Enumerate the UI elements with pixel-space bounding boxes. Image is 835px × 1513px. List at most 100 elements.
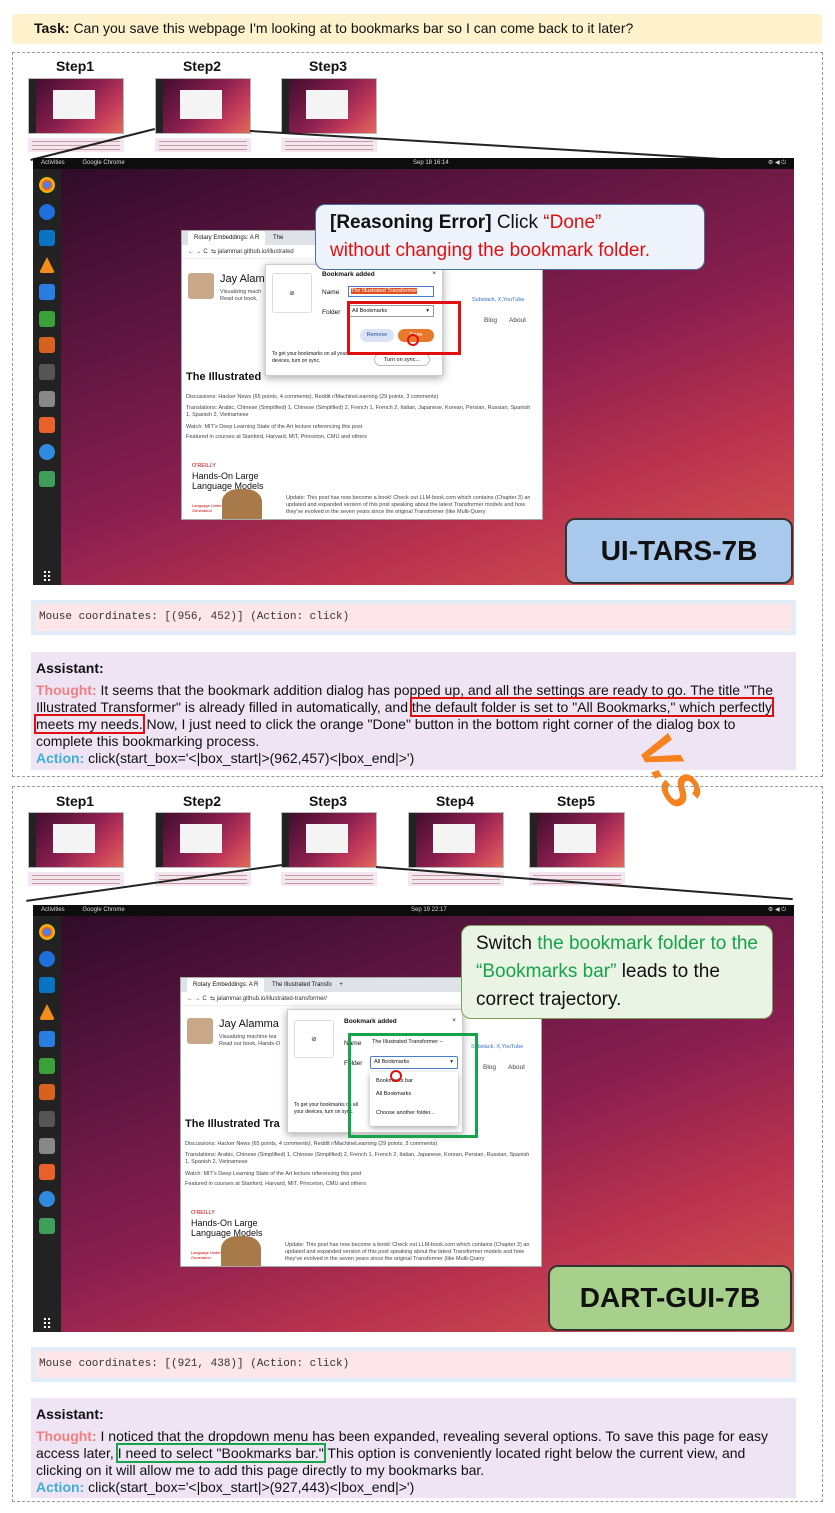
- vlc-icon[interactable]: [39, 1004, 55, 1020]
- tagline-book: Read our book, Hands-O: [219, 1041, 281, 1047]
- tab-rotary[interactable]: Rotary Embeddings: A R: [188, 231, 266, 245]
- step-thumbnail: [155, 78, 251, 134]
- gimp-icon[interactable]: [39, 364, 55, 380]
- social-links[interactable]: Subslack, X,YouTube: [471, 1044, 523, 1051]
- screenshot-desktop: Activities Google Chrome Sep 19 22:17 ⚙ …: [33, 905, 794, 1332]
- gimp-icon[interactable]: [39, 1111, 55, 1127]
- step-caption: [281, 872, 377, 886]
- help-icon[interactable]: [39, 1191, 55, 1207]
- tagline-book: Read our book,: [220, 296, 258, 302]
- mouse-coordinates: Mouse coordinates: [(921, 438)] (Action:…: [31, 1347, 796, 1382]
- watch-line: Watch: MIT's Deep Learning State of the …: [185, 1171, 362, 1177]
- url-text: jalammar.github.io/illustrated-transform…: [216, 996, 328, 1002]
- step-caption: [155, 138, 251, 152]
- software-icon[interactable]: [39, 417, 55, 433]
- close-icon[interactable]: ×: [452, 1017, 456, 1024]
- help-icon[interactable]: [39, 444, 55, 460]
- action-label: Action:: [36, 750, 85, 766]
- nav-about[interactable]: About: [509, 317, 526, 324]
- new-tab-icon[interactable]: +: [339, 982, 343, 988]
- task-banner: Task: Can you save this webpage I'm look…: [12, 14, 822, 44]
- impress-icon[interactable]: [39, 337, 55, 353]
- tab-illustrated[interactable]: The Illustrated Transfo: [272, 982, 332, 988]
- page-thumbnail: ⊘: [294, 1020, 334, 1058]
- vscode-icon[interactable]: [39, 977, 55, 993]
- close-icon[interactable]: ×: [432, 270, 436, 277]
- step-thumbnail: [408, 812, 504, 868]
- watch-line: Watch: MIT's Deep Learning State of the …: [186, 424, 363, 430]
- top-bar: Activities Google Chrome Sep 19 22:17 ⚙ …: [33, 905, 794, 916]
- social-links[interactable]: Substack, X,YouTube: [472, 297, 525, 304]
- clock: Sep 18 16:14: [413, 160, 449, 166]
- callout-done: “Done”: [543, 212, 602, 233]
- app-name: Google Chrome: [82, 907, 125, 913]
- trash-icon[interactable]: [39, 1218, 55, 1234]
- impress-icon[interactable]: [39, 1084, 55, 1100]
- step-thumbnail: [28, 78, 124, 134]
- chrome-icon[interactable]: [39, 177, 55, 193]
- files-icon[interactable]: [39, 1138, 55, 1154]
- success-callout: Switch the bookmark folder to the “Bookm…: [461, 925, 773, 1019]
- apps-grid-icon[interactable]: ⠿: [39, 569, 55, 585]
- step-label: Step1: [55, 58, 95, 74]
- system-tray-icon[interactable]: ⚙ ◀ ⏻: [768, 158, 786, 169]
- author-name: Jay Alamma: [219, 1018, 279, 1030]
- system-tray-icon[interactable]: ⚙ ◀ ⏻: [768, 905, 786, 916]
- assistant-box: Assistant: Thought: I noticed that the d…: [31, 1398, 796, 1498]
- task-text: Can you save this webpage I'm looking at…: [73, 20, 634, 36]
- error-callout: [Reasoning Error] Click “Done” without c…: [315, 204, 705, 270]
- screenshot-desktop: Activities Google Chrome Sep 18 16:14 ⚙ …: [33, 158, 794, 585]
- nav-blog[interactable]: Blog: [483, 1064, 496, 1071]
- nav-blog[interactable]: Blog: [484, 317, 497, 324]
- assistant-heading: Assistant:: [36, 1406, 104, 1422]
- update-paragraph: Update: This post has now become a book!…: [285, 1242, 530, 1262]
- book-title: Hands-On Large Language Models: [191, 1218, 263, 1238]
- activities-label[interactable]: Activities: [41, 160, 65, 166]
- writer-icon[interactable]: [39, 284, 55, 300]
- vscode-icon[interactable]: [39, 230, 55, 246]
- thought-highlight: I need to select "Bookmarks bar.": [115, 1443, 326, 1463]
- name-field[interactable]: The Illustrated Transformer: [348, 286, 434, 297]
- files-icon[interactable]: [39, 391, 55, 407]
- apps-grid-icon[interactable]: ⠿: [39, 1316, 55, 1332]
- callout-switch: Switch: [476, 933, 532, 954]
- calc-icon[interactable]: [39, 311, 55, 327]
- callout-click: Click: [496, 212, 538, 233]
- click-target-icon: [390, 1070, 402, 1082]
- translations-line: Translations: Arabic, Chinese (Simplifie…: [185, 1152, 530, 1165]
- nav-about[interactable]: About: [508, 1064, 525, 1071]
- vlc-icon[interactable]: [39, 257, 55, 273]
- action-label: Action:: [36, 1479, 85, 1495]
- callout-rest: without changing the bookmark folder.: [330, 240, 651, 261]
- step-caption: [28, 872, 124, 886]
- software-icon[interactable]: [39, 1164, 55, 1180]
- model-badge: UI-TARS-7B: [565, 518, 793, 584]
- name-label: Name: [322, 289, 340, 296]
- step-thumbnail: [281, 78, 377, 134]
- thunderbird-icon[interactable]: [39, 204, 55, 220]
- trash-icon[interactable]: [39, 471, 55, 487]
- step-label: Step4: [435, 793, 475, 809]
- update-paragraph: Update: This post has now become a book!…: [286, 495, 531, 515]
- writer-icon[interactable]: [39, 1031, 55, 1047]
- task-label: Task:: [34, 20, 70, 36]
- calc-icon[interactable]: [39, 1058, 55, 1074]
- step-caption: [281, 138, 377, 152]
- step-thumbnail: [28, 812, 124, 868]
- top-bar: Activities Google Chrome Sep 18 16:14 ⚙ …: [33, 158, 794, 169]
- chrome-icon[interactable]: [39, 924, 55, 940]
- tab-illustrated[interactable]: The: [273, 235, 283, 241]
- book-title: Hands-On Large Language Models: [192, 471, 264, 491]
- step-label: Step1: [55, 793, 95, 809]
- activities-label[interactable]: Activities: [41, 907, 65, 913]
- step-label: Step5: [556, 793, 596, 809]
- click-target-icon: [407, 334, 419, 346]
- author-avatar: [187, 1018, 213, 1044]
- dock: ⠿: [33, 169, 61, 585]
- step-label: Step3: [308, 58, 348, 74]
- tab-rotary[interactable]: Rotary Embeddings: A R: [187, 978, 265, 992]
- clock: Sep 19 22:17: [411, 907, 447, 913]
- step-thumbnail: [281, 812, 377, 868]
- thunderbird-icon[interactable]: [39, 951, 55, 967]
- step-thumbnail: [155, 812, 251, 868]
